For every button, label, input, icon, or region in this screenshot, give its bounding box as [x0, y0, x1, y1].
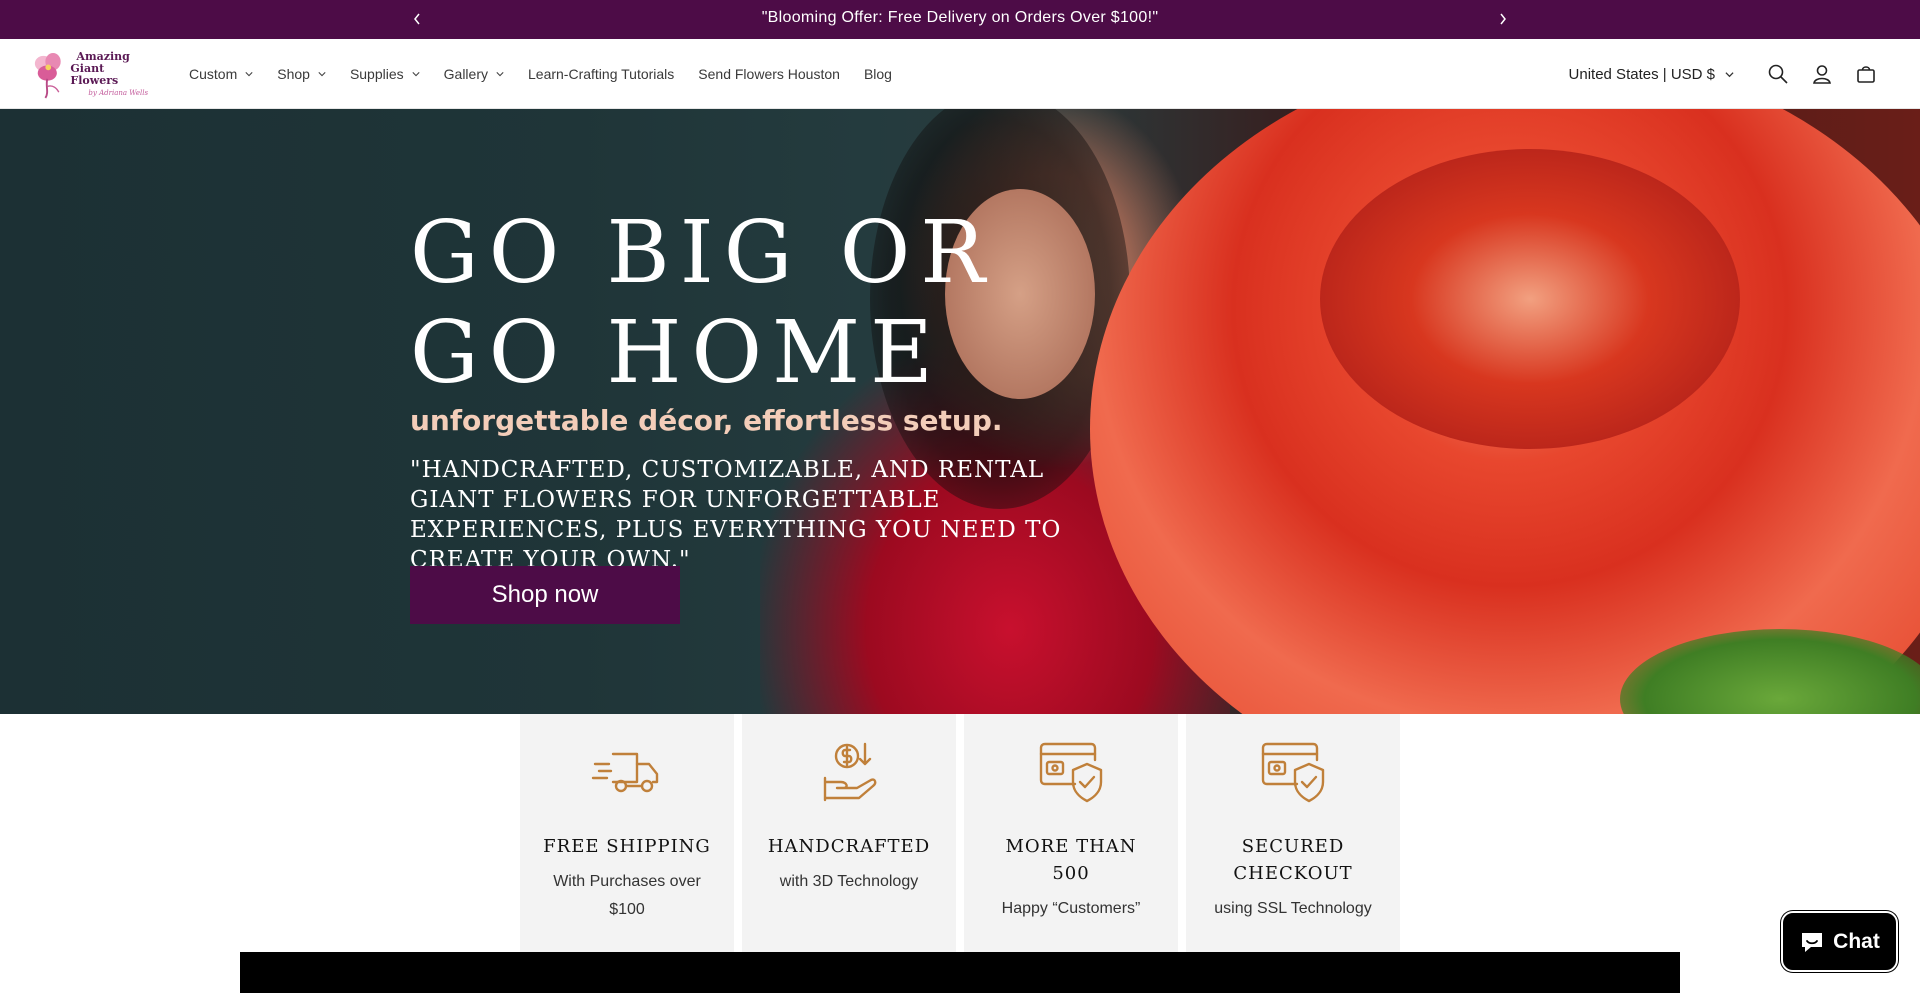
nav-item-label: Shop: [277, 66, 310, 82]
video-section-band: [240, 952, 1680, 993]
card-shield-icon: [1261, 742, 1325, 803]
locale-label: United States | USD $: [1568, 65, 1715, 83]
nav-item-shop[interactable]: Shop: [265, 54, 338, 94]
chevron-down-icon: [1725, 71, 1734, 77]
nav-item-gallery[interactable]: Gallery: [432, 54, 516, 94]
logo-wordmark: Amazing Giant Flowers by Adriana Wells: [70, 51, 152, 99]
hero-description: "Handcrafted, customizable, and rental g…: [410, 457, 1062, 573]
announcement-text[interactable]: "Blooming Offer: Free Delivery on Orders…: [0, 0, 1920, 39]
chevron-down-icon: [412, 72, 420, 77]
account-icon: [1813, 65, 1831, 84]
nav-item-label: Custom: [189, 66, 238, 82]
chevron-right-icon: [1500, 13, 1506, 25]
feature-card-secured-checkout: SECURED CHECKOUT using SSL Technology: [1186, 714, 1400, 952]
delivery-truck-icon: [591, 752, 659, 793]
chevron-down-icon: [318, 72, 326, 77]
search-button[interactable]: [1756, 52, 1800, 96]
feature-card-customers: MORE THAN 500 Happy “Customers”: [964, 714, 1178, 952]
announcement-bar: "Blooming Offer: Free Delivery on Orders…: [0, 0, 1920, 39]
feature-title: HANDCRAFTED: [767, 836, 931, 857]
search-icon: [1768, 64, 1788, 84]
hero-subtitle: unforgettable décor, effortless setup.: [410, 404, 1003, 437]
country-currency-selector[interactable]: United States | USD $: [1569, 66, 1734, 83]
chat-bubble-icon: [1802, 932, 1823, 952]
feature-card-free-shipping: FREE SHIPPING With Purchases over $100: [520, 714, 734, 952]
nav-item-label: Send Flowers Houston: [698, 66, 840, 82]
site-header: Amazing Giant Flowers by Adriana Wells C…: [0, 39, 1920, 109]
nav-item-label: Gallery: [443, 66, 488, 82]
feature-strip: FREE SHIPPING With Purchases over $100 H…: [520, 714, 1400, 952]
logo-signature: by Adriana Wells: [88, 89, 149, 97]
nav-item-custom[interactable]: Custom: [177, 54, 265, 94]
hero-flower-center: [1320, 149, 1740, 449]
flower-logo-icon: [34, 53, 61, 99]
cart-button[interactable]: [1844, 52, 1888, 96]
feature-text: With Purchases over $100: [553, 873, 701, 918]
chevron-down-icon: [496, 72, 504, 77]
nav-item-tutorials[interactable]: Learn-Crafting Tutorials: [516, 54, 686, 94]
feature-title: FREE SHIPPING: [543, 836, 711, 857]
nav-item-label: Supplies: [349, 66, 404, 82]
feature-title: SECURED CHECKOUT: [1233, 836, 1353, 884]
cart-icon: [1857, 66, 1875, 83]
feature-text: Happy “Customers”: [1001, 900, 1141, 917]
feature-card-handcrafted: HANDCRAFTED with 3D Technology: [742, 714, 956, 952]
feature-text: using SSL Technology: [1214, 900, 1372, 917]
chat-button[interactable]: Chat: [1781, 911, 1898, 972]
header-actions: United States | USD $: [1569, 39, 1888, 109]
shop-now-button[interactable]: Shop now: [410, 566, 680, 624]
announcement-next-button[interactable]: [1493, 9, 1513, 29]
nav-item-blog[interactable]: Blog: [852, 54, 904, 94]
chevron-down-icon: [245, 72, 253, 77]
nav-item-send-flowers-houston[interactable]: Send Flowers Houston: [686, 54, 852, 94]
logo-line-2: Giant Flowers: [70, 62, 119, 87]
nav-item-label: Learn-Crafting Tutorials: [528, 66, 675, 82]
chat-label: Chat: [1833, 929, 1880, 953]
nav-item-label: Blog: [863, 66, 892, 82]
main-nav: Custom Shop Supplies Gallery Learn-Craft…: [177, 39, 904, 109]
feature-title: MORE THAN 500: [1005, 836, 1137, 884]
card-shield-icon: [1039, 742, 1103, 803]
account-button[interactable]: [1800, 52, 1844, 96]
site-logo[interactable]: Amazing Giant Flowers by Adriana Wells: [32, 47, 152, 103]
feature-text: with 3D Technology: [779, 873, 919, 890]
nav-item-supplies[interactable]: Supplies: [338, 54, 432, 94]
hand-money-icon: [823, 742, 877, 802]
hero-title: GO BIG OR GO HOME: [410, 203, 996, 403]
